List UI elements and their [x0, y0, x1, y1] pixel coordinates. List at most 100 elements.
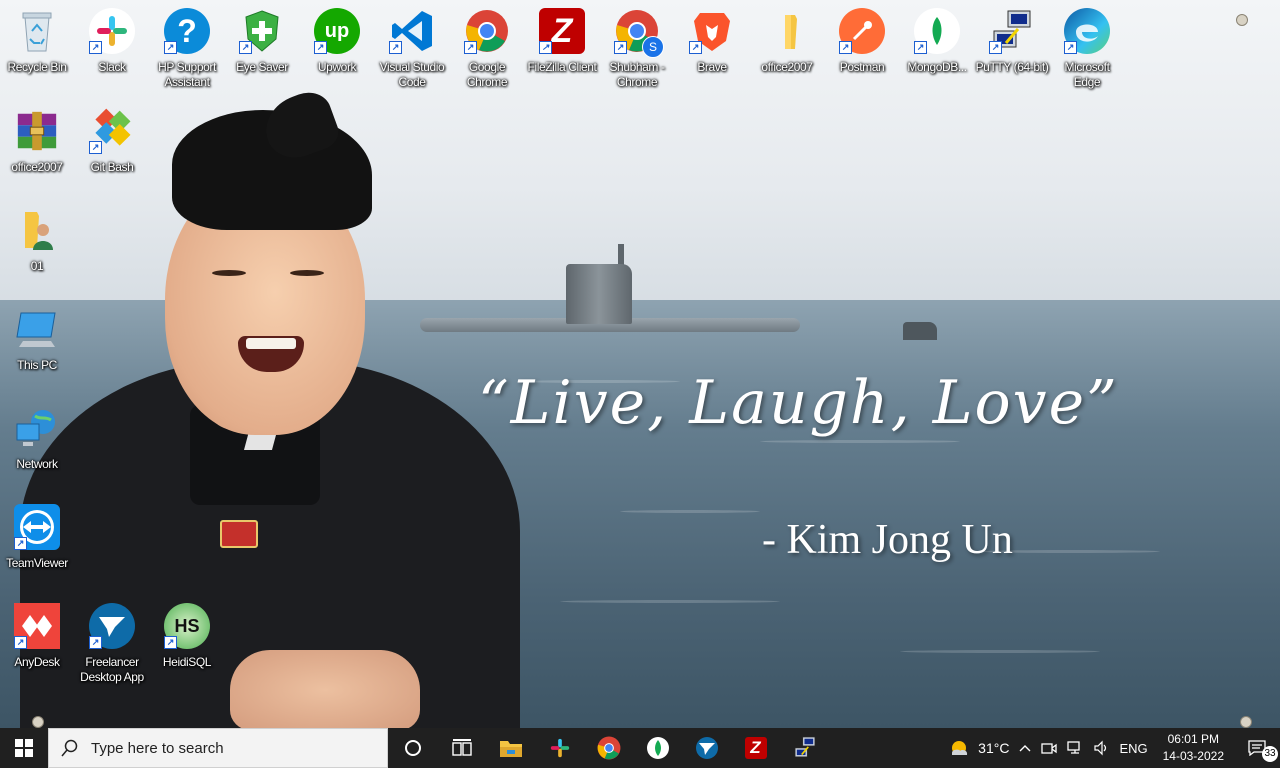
shortcut-arrow-icon: ↗	[539, 41, 552, 54]
filezilla-icon: Z ↗	[539, 8, 585, 54]
cortana-button[interactable]	[388, 728, 437, 768]
wave	[560, 600, 780, 603]
taskbar-clock[interactable]: 06:01 PM 14-03-2022	[1153, 731, 1234, 765]
windows-logo-icon	[15, 739, 33, 757]
shortcut-arrow-icon: ↗	[164, 636, 177, 649]
person-hands	[230, 650, 420, 728]
search-icon	[61, 739, 78, 757]
desktop-icon-01-folder[interactable]: 01	[0, 201, 74, 293]
weather-widget[interactable]: 31°C	[943, 728, 1014, 768]
desktop-icon-heidisql[interactable]: HS ↗ HeidiSQL	[150, 597, 224, 689]
folder-icon	[764, 8, 810, 54]
google-chrome-icon: ↗	[464, 8, 510, 54]
upwork-icon: up ↗	[314, 8, 360, 54]
shortcut-arrow-icon: ↗	[89, 636, 102, 649]
shortcut-arrow-icon: ↗	[89, 41, 102, 54]
taskbar-mongodb-compass[interactable]	[633, 728, 682, 768]
shortcut-arrow-icon: ↗	[839, 41, 852, 54]
filezilla-logo-text: Z	[551, 11, 573, 50]
shortcut-arrow-icon: ↗	[464, 41, 477, 54]
task-view-button[interactable]	[437, 728, 486, 768]
task-view-icon	[451, 739, 472, 756]
clock-date: 14-03-2022	[1162, 749, 1224, 763]
banner-grommet	[1240, 716, 1252, 728]
vscode-icon: ↗	[389, 8, 435, 54]
desktop-icon-microsoft-edge[interactable]: ↗ Microsoft Edge	[1050, 2, 1124, 94]
desktop-icon-this-pc[interactable]: This PC	[0, 300, 74, 392]
desktop-icon-mongodb[interactable]: ↗ MongoDB...	[900, 2, 974, 94]
desktop-icon-freelancer[interactable]: ↗ Freelancer Desktop App	[75, 597, 149, 689]
taskbar-filezilla[interactable]: Z	[731, 728, 780, 768]
person-eye	[212, 270, 246, 276]
winrar-archive-icon	[14, 108, 60, 154]
slack-icon: ↗	[89, 8, 135, 54]
desktop-icon-office2007-folder[interactable]: office2007	[750, 2, 824, 94]
desktop-icon-shubham-chrome[interactable]: S ↗ Shubham - Chrome	[600, 2, 674, 94]
shortcut-arrow-icon: ↗	[689, 41, 702, 54]
teamviewer-icon: ↗	[14, 504, 60, 550]
desktop[interactable]: “Live, Laugh, Love” - Kim Jong Un Recycl…	[0, 0, 1280, 728]
tray-network[interactable]	[1062, 728, 1088, 768]
person-teeth	[246, 338, 296, 349]
desktop-icon-vscode[interactable]: ↗ Visual Studio Code	[375, 2, 449, 94]
freelancer-icon: ↗	[89, 603, 135, 649]
recycle-bin-icon	[14, 8, 60, 54]
submarine-tower	[566, 264, 632, 324]
wave	[620, 510, 760, 513]
desktop-icon-eye-saver[interactable]: ↗ Eye Saver	[225, 2, 299, 94]
weather-sun-cloud-icon	[952, 741, 968, 755]
desktop-icon-brave[interactable]: ↗ Brave	[675, 2, 749, 94]
show-hidden-icons-button[interactable]	[1014, 728, 1036, 768]
network-icon	[1067, 741, 1081, 754]
file-explorer-icon	[499, 741, 522, 757]
slack-icon	[550, 738, 569, 758]
shortcut-arrow-icon: ↗	[1064, 41, 1077, 54]
postman-icon: ↗	[839, 8, 885, 54]
lapel-pin	[220, 520, 258, 548]
desktop-icon-office2007-archive[interactable]: office2007	[0, 102, 74, 194]
taskbar-freelancer[interactable]	[682, 728, 731, 768]
banner-grommet	[32, 716, 44, 728]
desktop-icon-google-chrome[interactable]: ↗ Google Chrome	[450, 2, 524, 94]
taskbar-search-box[interactable]: Type here to search	[48, 728, 388, 768]
desktop-icon-putty[interactable]: ↗ PuTTY (64-bit)	[975, 2, 1049, 94]
language-indicator[interactable]: ENG	[1114, 728, 1152, 768]
start-button[interactable]	[0, 728, 48, 768]
cortana-icon	[404, 740, 421, 756]
desktop-icon-recycle-bin[interactable]: Recycle Bin	[0, 2, 74, 94]
desktop-icon-network[interactable]: Network	[0, 399, 74, 491]
tray-meet-now[interactable]	[1036, 728, 1062, 768]
action-center-button[interactable]: 33	[1234, 728, 1280, 768]
upwork-logo-text: up	[324, 19, 350, 42]
desktop-icon-upwork[interactable]: up ↗ Upwork	[300, 2, 374, 94]
taskbar-file-explorer[interactable]	[486, 728, 535, 768]
desktop-icon-anydesk[interactable]: ↗ AnyDesk	[0, 597, 74, 689]
shortcut-arrow-icon: ↗	[14, 636, 27, 649]
tray-volume[interactable]	[1088, 728, 1114, 768]
desktop-icon-hp-support-assistant[interactable]: ? ↗ HP Support Assistant	[150, 2, 224, 94]
putty-icon: ↗	[989, 8, 1035, 54]
clock-time: 06:01 PM	[1167, 732, 1219, 746]
search-placeholder: Type here to search	[91, 739, 224, 757]
desktop-icon-teamviewer[interactable]: ↗ TeamViewer	[0, 498, 74, 590]
shortcut-arrow-icon: ↗	[14, 537, 27, 550]
taskbar-slack[interactable]	[535, 728, 584, 768]
shortcut-arrow-icon: ↗	[914, 41, 927, 54]
this-pc-icon	[14, 306, 60, 352]
heidisql-icon: HS ↗	[164, 603, 210, 649]
freelancer-icon	[695, 737, 718, 759]
wave	[760, 440, 960, 443]
user-folder-icon	[14, 207, 60, 253]
taskbar-putty[interactable]	[780, 728, 829, 768]
desktop-icon-slack[interactable]: ↗ Slack	[75, 2, 149, 94]
shortcut-arrow-icon: ↗	[164, 41, 177, 54]
eye-saver-icon: ↗	[239, 8, 285, 54]
putty-icon	[794, 736, 815, 757]
shortcut-arrow-icon: ↗	[314, 41, 327, 54]
taskbar-google-chrome[interactable]	[584, 728, 633, 768]
desktop-icon-postman[interactable]: ↗ Postman	[825, 2, 899, 94]
chrome-profile-icon: S ↗	[614, 8, 664, 58]
desktop-icon-filezilla[interactable]: Z ↗ FileZilla Client	[525, 2, 599, 94]
banner-grommet	[1236, 14, 1248, 26]
desktop-icon-git-bash[interactable]: ↗ Git Bash	[75, 102, 149, 194]
